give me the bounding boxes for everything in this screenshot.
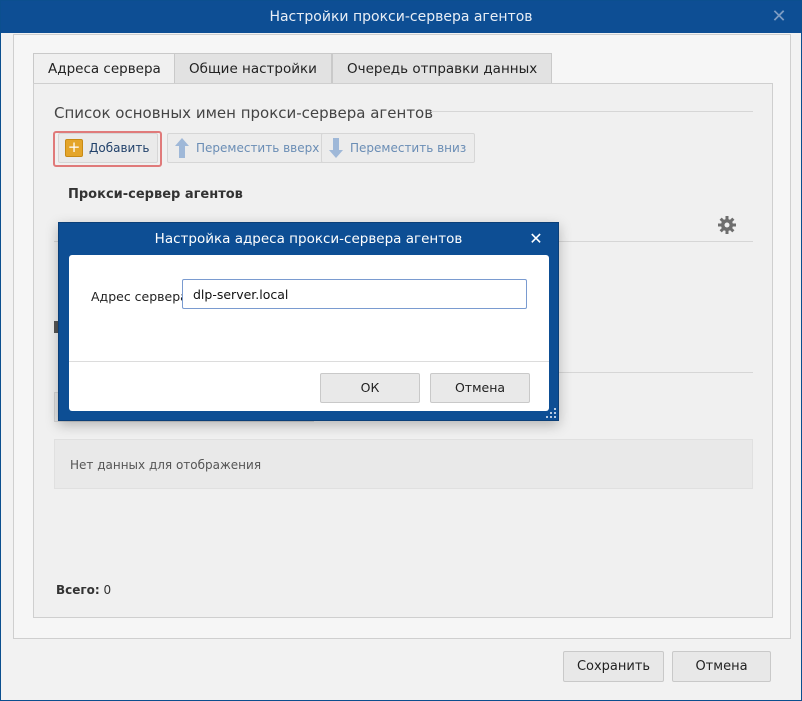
add-button-highlight: [53, 131, 162, 167]
column-header-proxy-server[interactable]: Прокси-сервер агентов: [68, 187, 243, 202]
move-up-button[interactable]: Переместить вверх: [167, 133, 329, 163]
close-icon[interactable]: ✕: [769, 7, 789, 27]
window-title: Настройки прокси-сервера агентов: [269, 9, 533, 25]
section-title: Список основных имен прокси-сервера аген…: [54, 104, 434, 122]
move-up-label: Переместить вверх: [196, 141, 320, 155]
cancel-button[interactable]: Отмена: [672, 651, 771, 682]
tab-data-send-queue[interactable]: Очередь отправки данных: [332, 53, 553, 84]
empty-list: Нет данных для отображения: [54, 439, 753, 489]
dialog-body: Адрес сервера: ОК Отмена: [69, 255, 549, 411]
empty-list-text: Нет данных для отображения: [70, 458, 262, 472]
section-divider: [431, 111, 753, 112]
server-address-dialog: Настройка адреса прокси-сервера агентов …: [58, 222, 559, 421]
settings-window: Настройки прокси-сервера агентов ✕ Адрес…: [0, 0, 802, 701]
window-titlebar[interactable]: Настройки прокси-сервера агентов ✕: [1, 1, 801, 33]
server-address-label: Адрес сервера:: [91, 289, 193, 304]
move-down-button[interactable]: Переместить вниз: [321, 133, 476, 163]
dialog-title[interactable]: Настройка адреса прокси-сервера агентов: [59, 223, 558, 255]
tab-general-settings[interactable]: Общие настройки: [174, 53, 332, 84]
move-down-label: Переместить вниз: [350, 141, 467, 155]
dialog-divider: [69, 361, 549, 362]
server-address-input[interactable]: [182, 279, 527, 309]
section-divider-2: [559, 372, 753, 373]
resize-grip-icon[interactable]: [546, 408, 556, 418]
gear-icon[interactable]: [717, 215, 737, 235]
total-count: Всего: 0: [56, 583, 111, 597]
dialog-close-icon[interactable]: ✕: [526, 229, 546, 249]
dialog-cancel-button[interactable]: Отмена: [430, 373, 530, 403]
tab-server-addresses[interactable]: Адреса сервера: [33, 53, 176, 85]
total-label: Всего:: [56, 583, 100, 597]
ok-button[interactable]: ОК: [320, 373, 420, 403]
arrow-down-icon: [329, 138, 343, 158]
arrow-up-icon: [175, 138, 189, 158]
total-value: 0: [103, 583, 112, 597]
save-button[interactable]: Сохранить: [563, 651, 664, 682]
